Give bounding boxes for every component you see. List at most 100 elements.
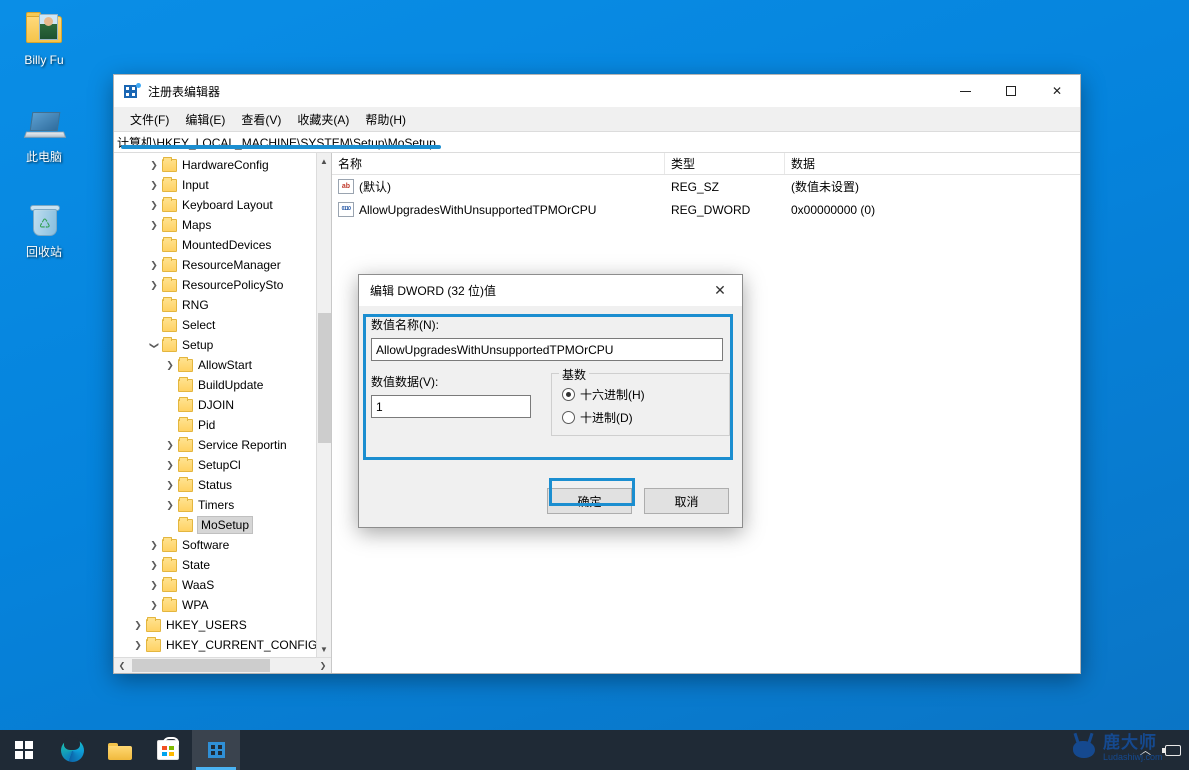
folder-icon [178, 396, 193, 412]
chevron-right-icon[interactable]: ❯ [162, 480, 178, 491]
tree-node[interactable]: ❯ Setup [114, 335, 331, 355]
desktop-icon-this-pc[interactable]: 此电脑 [4, 105, 84, 164]
radio-button-icon[interactable] [562, 411, 575, 424]
chevron-right-icon[interactable]: ❯ [146, 600, 162, 611]
menu-item-file[interactable]: 文件(F) [122, 108, 177, 131]
chevron-down-icon[interactable]: ❯ [149, 337, 160, 353]
radio-hexadecimal[interactable]: 十六进制(H) [562, 386, 719, 403]
address-path: 计算机\HKEY_LOCAL_MACHINE\SYSTEM\Setup\MoSe… [117, 135, 436, 150]
tree-node-label: Setup [182, 338, 214, 352]
tree-node[interactable]: Select [114, 315, 331, 335]
scroll-right-icon[interactable]: ❯ [315, 661, 331, 670]
value-data-cell: 0x00000000 (0) [791, 202, 876, 217]
maximize-button[interactable] [988, 76, 1034, 107]
tree-node[interactable]: ❯ SetupCl [114, 455, 331, 475]
table-row[interactable]: ab (默认) REG_SZ (数值未设置) [332, 175, 1080, 198]
cancel-button[interactable]: 取消 [644, 488, 729, 514]
chevron-right-icon[interactable]: ❯ [146, 280, 162, 291]
tree-node[interactable]: ❯ AllowStart [114, 355, 331, 375]
scrollbar-thumb[interactable] [318, 313, 331, 443]
scrollbar-thumb[interactable] [132, 659, 270, 672]
menu-item-favorites[interactable]: 收藏夹(A) [289, 108, 357, 131]
column-header-type[interactable]: 类型 [665, 153, 785, 174]
tree-horizontal-scrollbar[interactable]: ❮ ❯ [114, 657, 331, 673]
chevron-right-icon[interactable]: ❯ [146, 160, 162, 171]
chevron-right-icon[interactable]: ❯ [146, 180, 162, 191]
scroll-left-icon[interactable]: ❮ [114, 661, 130, 670]
radio-button-icon[interactable] [562, 388, 575, 401]
radio-decimal-label: 十进制(D) [580, 411, 633, 425]
menu-item-edit[interactable]: 编辑(E) [177, 108, 233, 131]
tree-node[interactable]: DJOIN [114, 395, 331, 415]
table-row[interactable]: 0110 AllowUpgradesWithUnsupportedTPMOrCPU… [332, 198, 1080, 221]
tree-node-label: Pid [198, 418, 216, 432]
tree-node[interactable]: ❯ Service Reportin [114, 435, 331, 455]
dialog-title-bar[interactable]: 编辑 DWORD (32 位)值 ✕ [359, 275, 742, 306]
chevron-right-icon[interactable]: ❯ [146, 560, 162, 571]
start-button[interactable] [0, 730, 48, 770]
microsoft-store-button[interactable] [144, 730, 192, 770]
close-button[interactable]: ✕ [1034, 76, 1080, 107]
tree-node[interactable]: BuildUpdate [114, 375, 331, 395]
scroll-up-icon[interactable]: ▲ [317, 153, 331, 169]
tree-node[interactable]: ❯ State [114, 555, 331, 575]
tree-node[interactable]: Pid [114, 415, 331, 435]
window-title-bar[interactable]: 注册表编辑器 ✕ [114, 75, 1080, 107]
tree-node[interactable]: ❯ ResourceManager [114, 255, 331, 275]
tree-node[interactable]: ❯ WaaS [114, 575, 331, 595]
column-header-name[interactable]: 名称 [332, 153, 665, 174]
edge-button[interactable] [48, 730, 96, 770]
chevron-right-icon[interactable]: ❯ [130, 640, 146, 651]
folder-icon [162, 336, 177, 352]
tree-node[interactable]: ❯ Maps [114, 215, 331, 235]
tree-vertical-scrollbar[interactable]: ▲ ▼ [316, 153, 331, 657]
menu-item-help[interactable]: 帮助(H) [357, 108, 414, 131]
user-folder-icon [22, 8, 66, 50]
tree-node[interactable]: MountedDevices [114, 235, 331, 255]
column-header-data[interactable]: 数据 [785, 153, 1080, 174]
registry-value-list: ab (默认) REG_SZ (数值未设置) 0110 AllowUpgradesWith… [332, 175, 1080, 221]
value-type-cell: REG_DWORD [671, 202, 751, 217]
radio-decimal[interactable]: 十进制(D) [562, 409, 719, 426]
desktop-icon-recycle-bin[interactable]: ♺ 回收站 [4, 200, 84, 259]
tree-node[interactable]: MoSetup [114, 515, 331, 535]
chevron-right-icon[interactable]: ❯ [162, 500, 178, 511]
tree-node[interactable]: RNG [114, 295, 331, 315]
tree-node[interactable]: ❯ HKEY_USERS [114, 615, 331, 635]
file-explorer-button[interactable] [96, 730, 144, 770]
tree-node[interactable]: ❯ HKEY_CURRENT_CONFIG [114, 635, 331, 655]
chevron-right-icon[interactable]: ❯ [162, 360, 178, 371]
chevron-right-icon[interactable]: ❯ [146, 540, 162, 551]
folder-icon [162, 596, 177, 612]
tree-node[interactable]: ❯ Input [114, 175, 331, 195]
registry-editor-button[interactable] [192, 730, 240, 770]
chevron-right-icon[interactable]: ❯ [130, 620, 146, 631]
deer-logo-icon [1067, 732, 1101, 763]
chevron-right-icon[interactable]: ❯ [146, 260, 162, 271]
scroll-down-icon[interactable]: ▼ [317, 641, 331, 657]
folder-icon [178, 476, 193, 492]
tree-node[interactable]: ❯ Status [114, 475, 331, 495]
tree-node[interactable]: ❯ Timers [114, 495, 331, 515]
value-data-input[interactable]: 1 [371, 395, 531, 418]
address-bar[interactable]: 计算机\HKEY_LOCAL_MACHINE\SYSTEM\Setup\MoSe… [114, 131, 1080, 153]
dialog-close-icon[interactable]: ✕ [698, 276, 742, 306]
tree-node[interactable]: ❯ Keyboard Layout [114, 195, 331, 215]
tree-node[interactable]: ❯ Software [114, 535, 331, 555]
ok-button[interactable]: 确定 [547, 488, 632, 514]
chevron-right-icon[interactable]: ❯ [162, 440, 178, 451]
chevron-right-icon[interactable]: ❯ [146, 580, 162, 591]
tree-node[interactable]: ❯ ResourcePolicySto [114, 275, 331, 295]
menu-item-view[interactable]: 查看(V) [233, 108, 289, 131]
this-pc-icon [22, 105, 67, 147]
chevron-right-icon[interactable]: ❯ [146, 220, 162, 231]
chevron-right-icon[interactable]: ❯ [146, 200, 162, 211]
tree-node[interactable]: ❯ WPA [114, 595, 331, 615]
tree-node[interactable]: ❯ HardwareConfig [114, 155, 331, 175]
chevron-right-icon[interactable]: ❯ [162, 460, 178, 471]
tree-node-label: Maps [182, 218, 212, 232]
watermark-cn: 鹿大师 [1103, 733, 1157, 752]
desktop-icon-billy-fu[interactable]: Billy Fu [4, 8, 84, 67]
minimize-button[interactable] [942, 76, 988, 107]
value-name-input[interactable]: AllowUpgradesWithUnsupportedTPMOrCPU [371, 338, 723, 361]
